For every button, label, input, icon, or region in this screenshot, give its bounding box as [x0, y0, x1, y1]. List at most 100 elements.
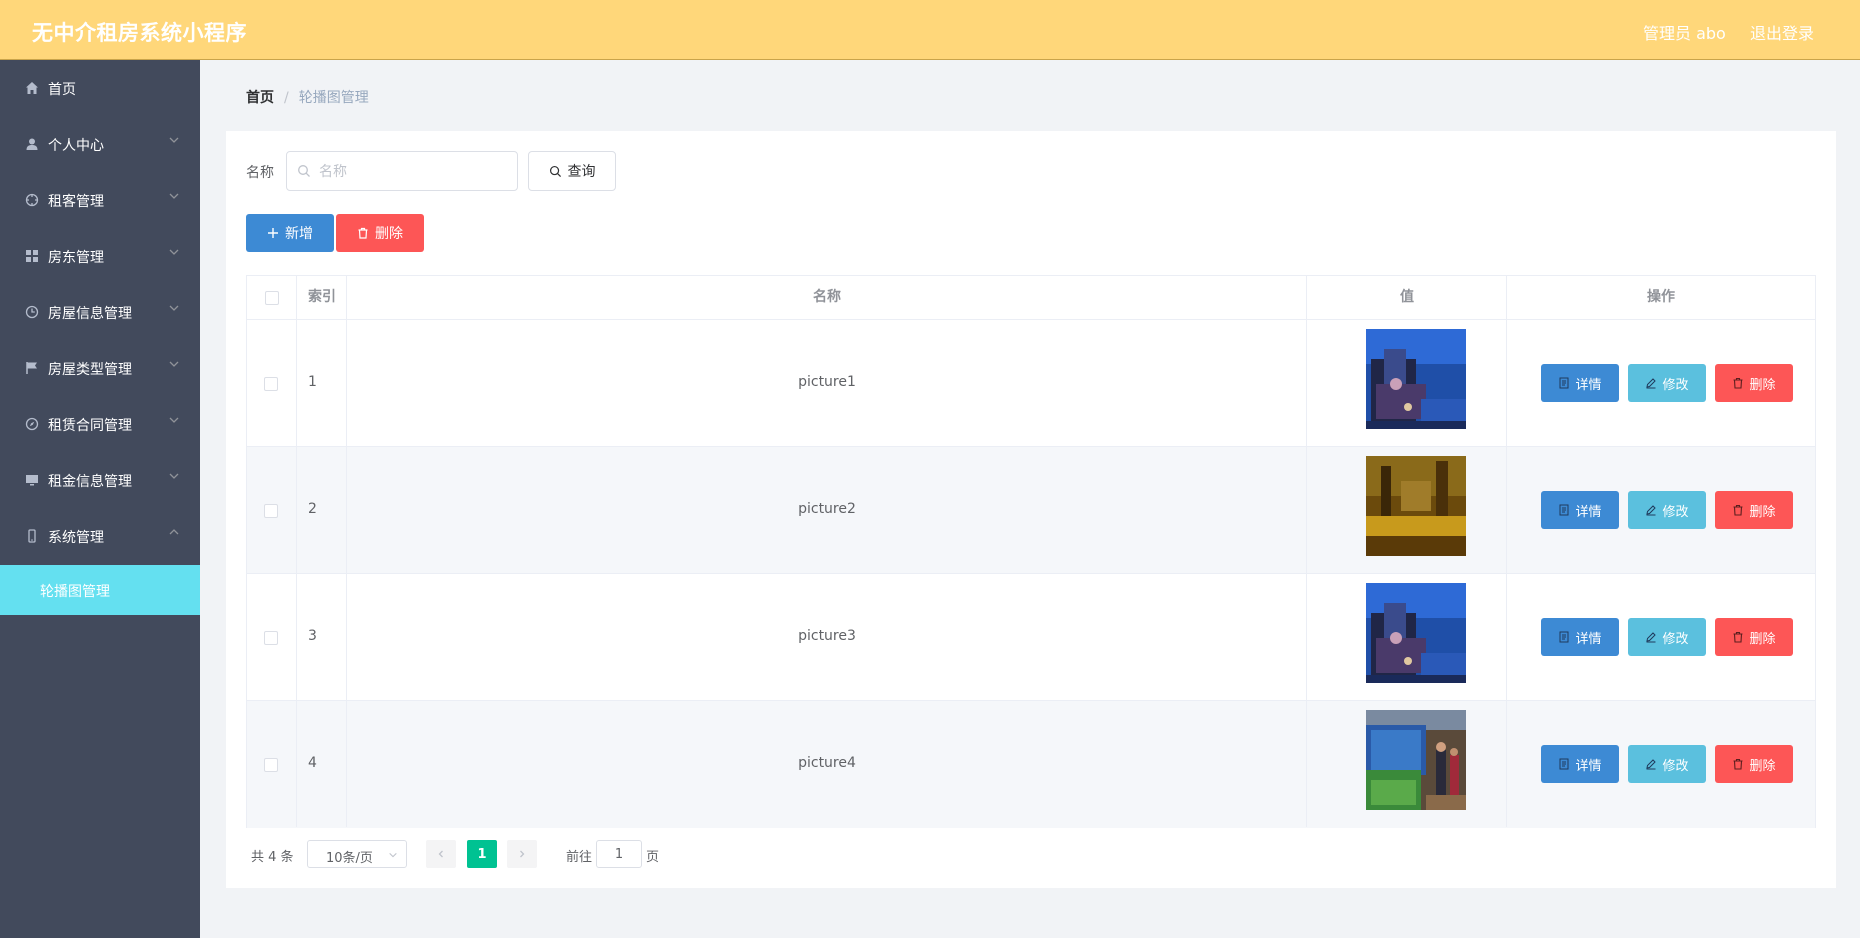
sidebar-subitem-label: 轮播图管理: [40, 584, 110, 600]
trash-icon: [358, 227, 368, 239]
chevron-down-icon: [389, 852, 397, 858]
detail-button-label: 详情: [1575, 631, 1602, 647]
row-checkbox[interactable]: [264, 631, 278, 645]
column-header-index: 索引: [308, 289, 336, 305]
sidebar-item-label: 租金信息管理: [48, 474, 132, 490]
add-button[interactable]: 新增: [246, 214, 334, 252]
sidebar-item-rent-info[interactable]: 租金信息管理: [0, 452, 200, 508]
table-row: 1 picture1 详情 修改 删除: [247, 320, 1815, 447]
sidebar-subitem-carousel[interactable]: 轮播图管理: [0, 565, 200, 615]
sidebar-item-contracts[interactable]: 租赁合同管理: [0, 396, 200, 452]
add-button-label: 新增: [285, 226, 313, 242]
detail-button[interactable]: 详情: [1541, 491, 1619, 529]
search-button-label: 查询: [567, 164, 596, 180]
chevron-down-icon: [169, 473, 179, 479]
chevron-down-icon: [169, 249, 179, 255]
trash-icon: [1733, 758, 1743, 770]
column-divider: [346, 276, 347, 827]
search-input[interactable]: [317, 160, 511, 184]
document-icon: [1559, 504, 1569, 516]
sidebar-item-profile[interactable]: 个人中心: [0, 116, 200, 172]
sidebar-item-label: 房屋类型管理: [48, 362, 132, 378]
phone-icon: [24, 528, 40, 544]
edit-button[interactable]: 修改: [1628, 364, 1706, 402]
breadcrumb-home[interactable]: 首页: [246, 90, 274, 106]
row-index: 4: [308, 755, 317, 771]
row-thumbnail-image: [1366, 329, 1466, 429]
sidebar-item-system[interactable]: 系统管理: [0, 508, 200, 564]
trash-icon: [1733, 631, 1743, 643]
sidebar-item-house-types[interactable]: 房屋类型管理: [0, 340, 200, 396]
delete-button[interactable]: 删除: [1715, 364, 1793, 402]
sidebar: 首页 个人中心 租客管理 房东管理 房屋信息管理 房屋类型管理 租赁合同管理 租…: [0, 60, 200, 938]
column-divider: [1306, 276, 1307, 827]
search-input-wrapper[interactable]: [286, 151, 518, 191]
sidebar-item-home[interactable]: 首页: [0, 60, 200, 116]
pencil-icon: [1646, 505, 1657, 516]
column-divider: [1506, 276, 1507, 827]
compass-icon: [24, 416, 40, 432]
data-table: 索引 名称 值 操作 1 picture1 详情 修改 删除 2 picture…: [246, 275, 1816, 828]
detail-button[interactable]: 详情: [1541, 745, 1619, 783]
pencil-icon: [1646, 378, 1657, 389]
delete-button-label: 删除: [1749, 758, 1776, 774]
table-row: 4 picture4 详情 修改 删除: [247, 701, 1815, 828]
table-header: 索引 名称 值 操作: [247, 276, 1815, 320]
sidebar-item-tenants[interactable]: 租客管理: [0, 172, 200, 228]
column-header-value: 值: [1400, 289, 1414, 305]
plus-icon: [268, 228, 278, 238]
page-size-select[interactable]: 10条/页: [307, 840, 407, 868]
delete-button-label: 删除: [1749, 504, 1776, 520]
edit-button[interactable]: 修改: [1628, 745, 1706, 783]
edit-button[interactable]: 修改: [1628, 618, 1706, 656]
sidebar-item-label: 租客管理: [48, 194, 104, 210]
next-page-button[interactable]: [507, 840, 537, 868]
row-checkbox[interactable]: [264, 758, 278, 772]
monitor-icon: [24, 472, 40, 488]
column-header-name: 名称: [813, 289, 841, 305]
breadcrumb-separator: /: [284, 90, 289, 106]
detail-button-label: 详情: [1575, 504, 1602, 520]
detail-button[interactable]: 详情: [1541, 618, 1619, 656]
column-divider: [296, 276, 297, 827]
row-thumbnail-image: [1366, 456, 1466, 556]
sidebar-item-label: 房屋信息管理: [48, 306, 132, 322]
pencil-icon: [1646, 759, 1657, 770]
chevron-down-icon: [169, 361, 179, 367]
batch-delete-label: 删除: [375, 226, 403, 242]
row-thumbnail-image: [1366, 710, 1466, 810]
prev-page-button[interactable]: [426, 840, 456, 868]
edit-button[interactable]: 修改: [1628, 491, 1706, 529]
pencil-icon: [1646, 632, 1657, 643]
goto-page-input[interactable]: [596, 840, 642, 868]
chevron-down-icon: [169, 417, 179, 423]
batch-delete-button[interactable]: 删除: [336, 214, 424, 252]
page-size-value: 10条/页: [326, 851, 373, 866]
detail-button[interactable]: 详情: [1541, 364, 1619, 402]
chevron-left-icon: [438, 850, 443, 858]
page-number-current[interactable]: 1: [467, 840, 497, 868]
row-index: 1: [308, 374, 317, 390]
sidebar-item-house-info[interactable]: 房屋信息管理: [0, 284, 200, 340]
edit-button-label: 修改: [1662, 631, 1689, 647]
logout-link[interactable]: 退出登录: [1750, 20, 1814, 44]
sidebar-item-label: 系统管理: [48, 530, 104, 546]
delete-button[interactable]: 删除: [1715, 745, 1793, 783]
row-index: 2: [308, 501, 317, 517]
select-all-checkbox[interactable]: [265, 291, 279, 305]
breadcrumb: 首页 / 轮播图管理: [246, 87, 369, 107]
table-row: 2 picture2 详情 修改 删除: [247, 447, 1815, 574]
row-name: picture4: [798, 755, 856, 771]
sidebar-item-landlords[interactable]: 房东管理: [0, 228, 200, 284]
column-header-ops: 操作: [1647, 289, 1675, 305]
delete-button[interactable]: 删除: [1715, 618, 1793, 656]
search-button[interactable]: 查询: [528, 151, 616, 191]
edit-button-label: 修改: [1662, 504, 1689, 520]
document-icon: [1559, 631, 1569, 643]
row-name: picture2: [798, 501, 856, 517]
edit-button-label: 修改: [1662, 758, 1689, 774]
delete-button[interactable]: 删除: [1715, 491, 1793, 529]
breadcrumb-current: 轮播图管理: [298, 90, 369, 106]
row-checkbox[interactable]: [264, 377, 278, 391]
row-checkbox[interactable]: [264, 504, 278, 518]
